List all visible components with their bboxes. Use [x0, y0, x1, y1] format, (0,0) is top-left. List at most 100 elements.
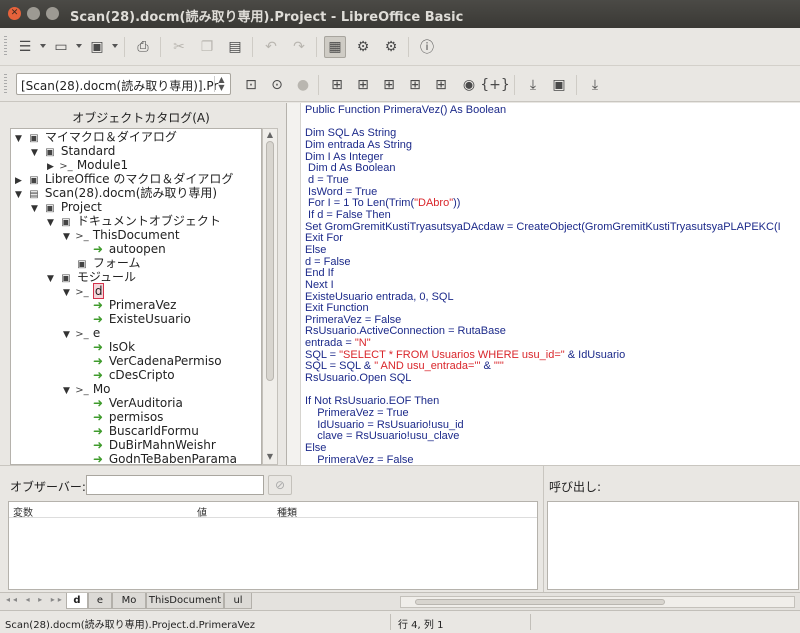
catalog-tree[interactable]: ▼ ▣ マイマクロ＆ダイアログ ▼ ▣ Standard ▶ >_ Module1 ▶…	[10, 128, 262, 465]
macro-toolbar: [Scan(28).docm(読み取り専用)].Pr ▲ ▼ ⊡ ⊙ ● ⊞ ⊞ …	[0, 66, 800, 102]
code-line[interactable]: End If	[305, 267, 781, 280]
watch-table[interactable]: 変数 値 種類	[8, 501, 538, 590]
tree-node[interactable]: ➜ ExisteUsuario	[91, 312, 191, 327]
macro-icon: ➜	[92, 354, 104, 368]
window-maximize-button[interactable]	[46, 7, 59, 20]
run-icon[interactable]: ⊙	[266, 74, 288, 96]
code-line[interactable]: ExisteUsuario entrada, 0, SQL	[305, 291, 781, 304]
macro-icon: ➜	[92, 438, 104, 452]
code-editor[interactable]: Public Function PrimeraVez() As Boolean​…	[286, 103, 800, 477]
manage-breakpoints-icon[interactable]: ⊞	[430, 74, 452, 96]
save-icon[interactable]: ▣	[86, 36, 108, 58]
catalog-scrollbar[interactable]: ▲ ▼	[262, 128, 278, 465]
tree-node[interactable]: ▼ ▣ ドキュメントオブジェクト	[47, 214, 221, 229]
export-icon[interactable]: ▣	[548, 74, 570, 96]
code-line[interactable]: RsUsuario.Open SQL	[305, 372, 781, 385]
code-text[interactable]: Public Function PrimeraVez() As Boolean​…	[305, 104, 781, 478]
import-icon[interactable]: ⤓	[522, 74, 544, 96]
cut-icon[interactable]: ✂	[168, 36, 190, 58]
tree-node[interactable]: ➜ DuBirMahnWeishr	[91, 438, 216, 453]
info-icon[interactable]: ⓘ	[416, 36, 438, 58]
tree-node[interactable]: ➜ VerAuditoria	[91, 396, 183, 411]
paste-icon[interactable]: ▤	[224, 36, 246, 58]
macro-icon: ➜	[92, 410, 104, 424]
toolbar-grip[interactable]	[4, 36, 7, 56]
tree-node[interactable]: ▼ >_ e	[63, 326, 100, 341]
macro-icon: ➜	[92, 452, 104, 465]
tab-ul[interactable]: ul	[224, 593, 252, 609]
remove-watch-button[interactable]: ⊘	[268, 475, 292, 495]
tree-node[interactable]: ➜ permisos	[91, 410, 163, 425]
macro-icon: ➜	[92, 368, 104, 382]
calls-list[interactable]	[547, 501, 799, 590]
step-over-icon[interactable]: ⊞	[352, 74, 374, 96]
copy-icon[interactable]: ❐	[196, 36, 218, 58]
tree-node[interactable]: ▼ >_ ThisDocument	[63, 228, 180, 243]
breakpoint-gutter[interactable]	[287, 103, 301, 465]
code-line[interactable]: Else	[305, 244, 781, 257]
modules-gear-icon[interactable]: ⚙	[380, 36, 402, 58]
tree-node[interactable]: ➜ VerCadenaPermiso	[91, 354, 222, 369]
scroll-down-icon: ▼	[266, 452, 274, 461]
tree-node[interactable]: ➜ cDesCripto	[91, 368, 175, 383]
tree-node[interactable]: ▶ ▣ LibreOffice のマクロ＆ダイアログ	[15, 172, 233, 187]
library-select-value: [Scan(28).docm(読み取り専用)].Pr	[21, 79, 219, 93]
code-line[interactable]: clave = RsUsuario!usu_clave	[305, 431, 781, 443]
tab-thisdocument[interactable]: ThisDocument	[146, 593, 224, 609]
window-close-button[interactable]: ✕	[8, 7, 21, 20]
code-line[interactable]: RsUsuario.ActiveConnection = RutaBase	[305, 326, 781, 338]
object-catalog-icon[interactable]: ▦	[324, 36, 346, 58]
code-line[interactable]: Exit For	[305, 232, 781, 245]
title-bar: ✕ Scan(28).docm(読み取り専用).Project - LibreO…	[0, 0, 800, 28]
tab-d[interactable]: d	[66, 593, 88, 609]
print-icon[interactable]: ⎙	[132, 36, 154, 58]
breakpoint-icon[interactable]: ⊞	[404, 74, 426, 96]
compile-icon[interactable]: ⊡	[240, 74, 262, 96]
chevron-down-icon[interactable]	[40, 44, 46, 48]
step-out-icon[interactable]: ⊞	[378, 74, 400, 96]
tree-node[interactable]: ➜ BuscarIdFormu	[91, 424, 199, 439]
tree-node[interactable]: ▼ ▣ Project	[31, 200, 102, 215]
window-minimize-button[interactable]	[27, 7, 40, 20]
toolbar-grip[interactable]	[4, 74, 7, 94]
tree-node[interactable]: ➜ GodnTeBabenParama	[91, 452, 237, 465]
tree-node-selected[interactable]: ▼ >_ d	[63, 283, 105, 299]
step-into-icon[interactable]: ⊞	[326, 74, 348, 96]
tree-node[interactable]: ➜ PrimeraVez	[91, 298, 176, 313]
tab-mo[interactable]: Mo	[112, 593, 146, 609]
catalog-title: オブジェクトカタログ(A)	[72, 111, 210, 125]
scroll-thumb[interactable]	[415, 599, 665, 605]
scroll-thumb[interactable]	[266, 141, 274, 381]
chevron-down-icon[interactable]	[112, 44, 118, 48]
tree-node[interactable]: ▼ >_ Mo	[63, 382, 111, 397]
tree-node[interactable]: ▼ ▣ Standard	[31, 144, 115, 159]
stop-icon[interactable]: ●	[292, 74, 314, 96]
code-line[interactable]: Dim d As Boolean	[305, 162, 781, 175]
code-line[interactable]: Public Function PrimeraVez() As Boolean	[305, 104, 781, 117]
tree-node[interactable]: ➜ autoopen	[91, 242, 166, 257]
code-line[interactable]: Set GromGremitKustiTryasutsyaDAcdaw = Cr…	[305, 221, 781, 234]
calls-panel: 呼び出し:	[543, 466, 800, 593]
horizontal-scrollbar[interactable]	[400, 596, 795, 608]
chevron-down-icon[interactable]	[76, 44, 82, 48]
code-line[interactable]: d = False	[305, 256, 781, 269]
macros-gear-icon[interactable]: ⚙	[352, 36, 374, 58]
new-document-icon[interactable]: ☰	[14, 36, 36, 58]
tab-nav-arrows[interactable]: ◂◂ ◂ ▸ ▸▸	[6, 595, 65, 604]
library-select[interactable]: [Scan(28).docm(読み取り専用)].Pr ▲ ▼	[16, 73, 231, 95]
watch-eye-icon[interactable]: ◉	[458, 74, 480, 96]
open-folder-icon[interactable]: ▭	[50, 36, 72, 58]
tree-node[interactable]: ➜ IsOk	[91, 340, 135, 355]
tab-e[interactable]: e	[88, 593, 112, 609]
tree-node[interactable]: ▼ ▤ Scan(28).docm(読み取り専用)	[15, 186, 217, 201]
tree-node[interactable]: ▣ フォーム	[63, 256, 140, 271]
undo-icon[interactable]: ↶	[260, 36, 282, 58]
insert-dialog-icon[interactable]: ⤓	[584, 74, 606, 96]
redo-icon[interactable]: ↷	[288, 36, 310, 58]
tree-node[interactable]: ▶ >_ Module1	[47, 158, 128, 173]
brackets-icon[interactable]: {+}	[480, 74, 510, 96]
tree-node[interactable]: ▼ ▣ モジュール	[47, 270, 136, 285]
tree-node[interactable]: ▼ ▣ マイマクロ＆ダイアログ	[15, 130, 177, 145]
watch-input[interactable]	[86, 475, 264, 495]
spinner-icon[interactable]: ▲ ▼	[214, 76, 228, 92]
